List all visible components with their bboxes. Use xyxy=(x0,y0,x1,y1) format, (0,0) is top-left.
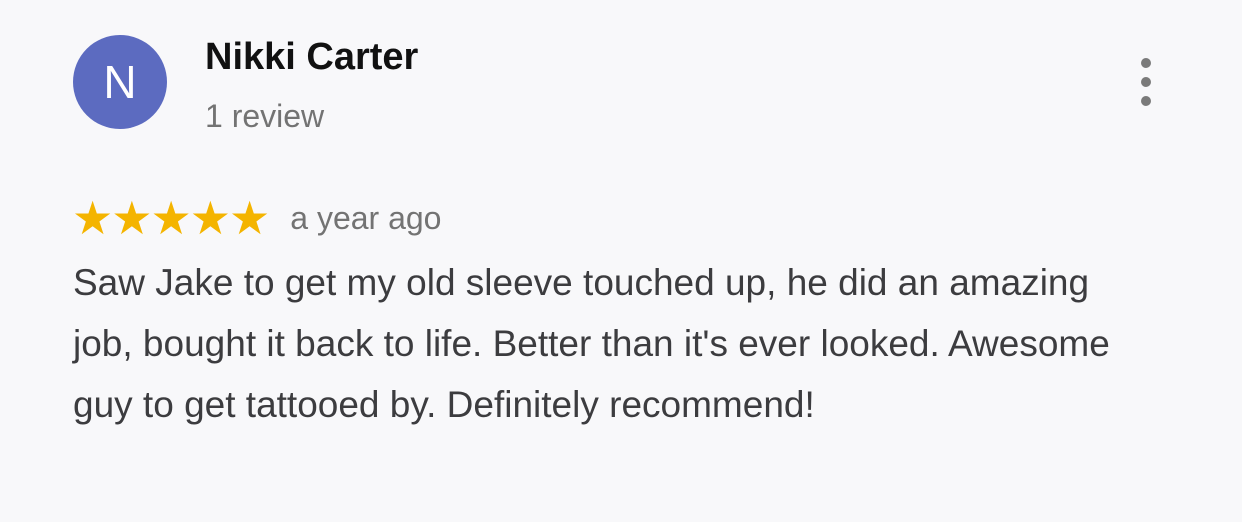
more-vert-icon-dot xyxy=(1141,77,1151,87)
review-time: a year ago xyxy=(290,199,442,236)
avatar[interactable]: N xyxy=(73,35,167,129)
rating-row: ★ ★ ★ ★ ★ a year ago xyxy=(72,193,441,243)
star-icon: ★ xyxy=(150,192,192,244)
review-count[interactable]: 1 review xyxy=(205,98,324,135)
star-rating: ★ ★ ★ ★ ★ xyxy=(72,192,271,244)
star-icon: ★ xyxy=(72,192,114,244)
more-vert-icon-dot xyxy=(1141,58,1151,68)
reviewer-name[interactable]: Nikki Carter xyxy=(205,36,418,79)
more-options-button[interactable] xyxy=(1128,58,1164,106)
more-vert-icon-dot xyxy=(1141,96,1151,106)
review-text: Saw Jake to get my old sleeve touched up… xyxy=(73,262,1110,425)
star-icon: ★ xyxy=(229,192,271,244)
review-card: N Nikki Carter 1 review ★ ★ ★ ★ ★ a year ago… xyxy=(0,0,1242,522)
avatar-initial: N xyxy=(103,56,137,108)
star-icon: ★ xyxy=(189,192,231,244)
star-icon: ★ xyxy=(111,192,153,244)
